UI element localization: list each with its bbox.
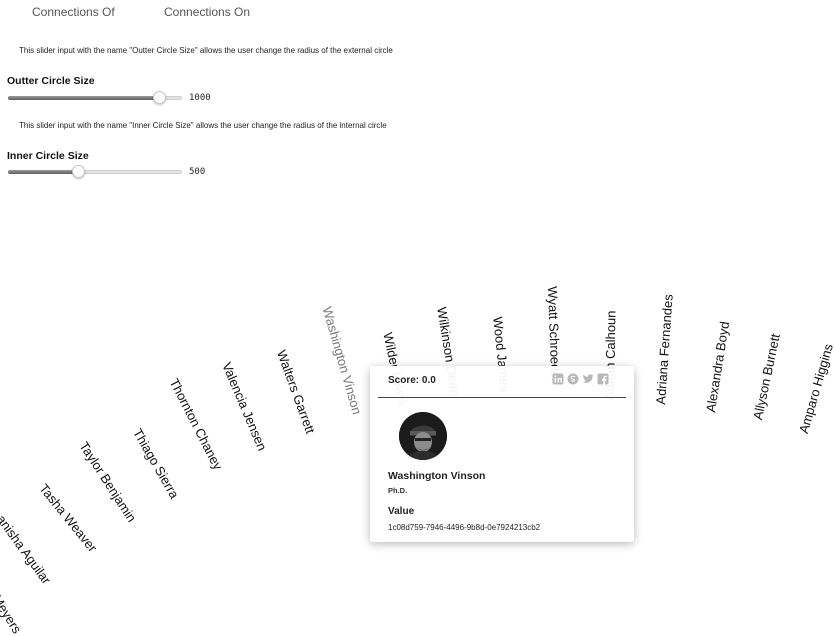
inner-slider-label: Inner Circle Size [7,150,89,162]
outer-slider-description: This slider input with the name "Outter … [19,46,393,55]
tooltip-value: 1c08d759-7946-4496-9b8d-0e7924213cb2 [388,523,541,532]
social-icons [552,373,612,387]
linkedin-icon[interactable] [552,373,564,385]
node-label[interactable]: Adriana Fernandes [653,294,676,405]
node-label[interactable]: Amparo Higgins [796,342,834,435]
outer-slider-value: 1000 [189,93,211,103]
facebook-icon[interactable] [597,373,609,385]
tooltip-degree: Ph.D. [388,486,408,495]
node-label[interactable]: Tasha Weaver [36,481,100,555]
tooltip-name: Washington Vinson [388,470,486,482]
inner-slider-value: 500 [189,167,206,177]
node-label[interactable]: Thornton Chaney [167,376,226,472]
profile-photo [399,412,447,460]
tooltip-divider [378,397,626,398]
node-label[interactable]: Walters Garrett [274,348,318,436]
node-label-highlighted[interactable]: Washington Vinson [320,305,365,416]
tab-connections-on[interactable]: Connections On [164,5,250,19]
outer-slider-thumb[interactable] [153,91,166,104]
tab-connections-of[interactable]: Connections Of [32,5,115,19]
inner-slider-description: This slider input with the name "Inner C… [19,121,387,130]
node-label[interactable]: Taylor Benjamin [76,439,139,525]
node-tooltip-card: Score: 0.0 Washington Vinson Ph.D. Value… [370,366,634,542]
tooltip-score: Score: 0.0 [388,375,436,386]
node-label[interactable]: Alexandra Boyd [703,320,732,413]
tooltip-value-label: Value [388,506,415,517]
twitter-icon[interactable] [582,373,594,385]
node-label[interactable]: anisha Aguilar [0,512,54,587]
tab-bar: Connections Of Connections On [0,0,834,26]
inner-slider-thumb[interactable] [72,165,85,178]
node-label[interactable]: Valencia Jensen [219,360,270,453]
node-label[interactable]: Allyson Burnett [750,332,783,421]
inner-slider-fill [8,170,79,174]
skype-icon[interactable] [567,373,579,385]
avatar [399,412,447,460]
inner-circle-size-slider[interactable] [8,164,182,180]
outer-circle-size-slider[interactable] [8,90,182,106]
outer-slider-label: Outter Circle Size [7,75,95,87]
node-label[interactable]: Meyers [0,592,25,636]
node-label[interactable]: Thiago Sierra [130,426,182,501]
outer-slider-fill [8,96,160,100]
